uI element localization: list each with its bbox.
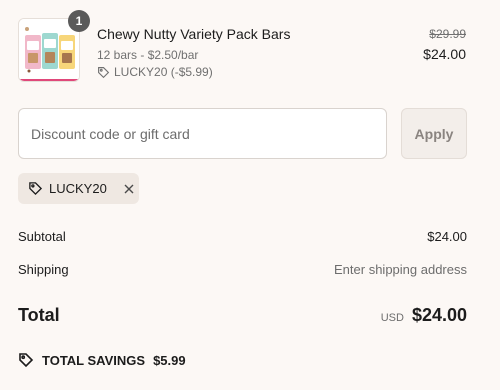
savings-tag-icon [19,353,34,368]
shipping-label: Shipping [18,262,69,277]
product-variant: 12 bars - $2.50/bar [97,48,199,62]
quantity-badge: 1 [68,10,90,32]
product-title: Chewy Nutty Variety Pack Bars [97,26,291,42]
applied-discount-chip: LUCKY20 [18,173,139,204]
cart-line-item: 1 Chewy Nutty Variety Pack Bars 12 bars … [18,10,468,84]
tag-icon [98,66,110,78]
shipping-value: Enter shipping address [334,262,467,277]
product-discount: LUCKY20 (-$5.99) [97,65,213,79]
discount-code-input[interactable] [18,108,387,159]
original-price: $29.99 [429,27,466,41]
product-discount-label: LUCKY20 (-$5.99) [114,65,213,79]
total-row: Total USD $24.00 [18,305,467,326]
total-value: $24.00 [411,305,467,325]
subtotal-row: Subtotal $24.00 [18,229,467,244]
order-summary: 1 Chewy Nutty Variety Pack Bars 12 bars … [0,0,500,390]
apply-button[interactable]: Apply [401,108,467,159]
applied-code-label: LUCKY20 [49,181,107,196]
savings-label: TOTAL SAVINGS [42,352,146,368]
total-amount: USD $24.00 [381,305,467,326]
close-icon[interactable] [123,183,135,195]
currency-code: USD [380,312,404,324]
shipping-row: Shipping Enter shipping address [18,262,467,277]
total-savings: TOTAL SAVINGS $5.99 [18,352,186,368]
total-label: Total [18,305,60,325]
tag-icon [28,181,43,196]
subtotal-label: Subtotal [18,229,66,244]
subtotal-value: $24.00 [427,229,467,244]
current-price: $24.00 [423,46,466,62]
savings-value: $5.99 [153,352,186,368]
